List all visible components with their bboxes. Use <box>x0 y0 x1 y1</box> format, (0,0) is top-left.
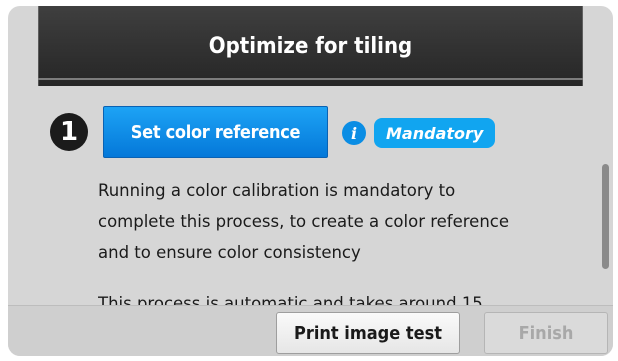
description-text: Running a color calibration is mandatory… <box>98 175 568 268</box>
step-number-badge: 1 <box>50 113 88 151</box>
info-icon[interactable]: i <box>342 121 366 145</box>
scrollbar[interactable] <box>602 164 609 269</box>
dialog-screen: Optimize for tiling 1 Set color referenc… <box>8 6 613 356</box>
page-title: Optimize for tiling <box>208 33 413 59</box>
set-color-reference-button[interactable]: Set color reference <box>103 106 328 158</box>
mandatory-badge: Mandatory <box>374 118 496 148</box>
description-line: Running a color calibration is mandatory… <box>98 181 456 200</box>
dialog-header: Optimize for tiling <box>38 6 583 86</box>
content-area[interactable]: 1 Set color reference i Mandatory Runnin… <box>8 80 613 305</box>
print-image-test-button[interactable]: Print image test <box>276 312 460 354</box>
description-partial-line: This process is automatic and takes arou… <box>98 294 483 305</box>
step-row: 1 Set color reference i Mandatory <box>8 106 613 158</box>
description-line: complete this process, to create a color… <box>98 212 510 231</box>
finish-button[interactable]: Finish <box>484 312 608 354</box>
description-line: and to ensure color consistency <box>98 243 361 262</box>
dialog-footer: Print image test Finish <box>8 305 613 356</box>
